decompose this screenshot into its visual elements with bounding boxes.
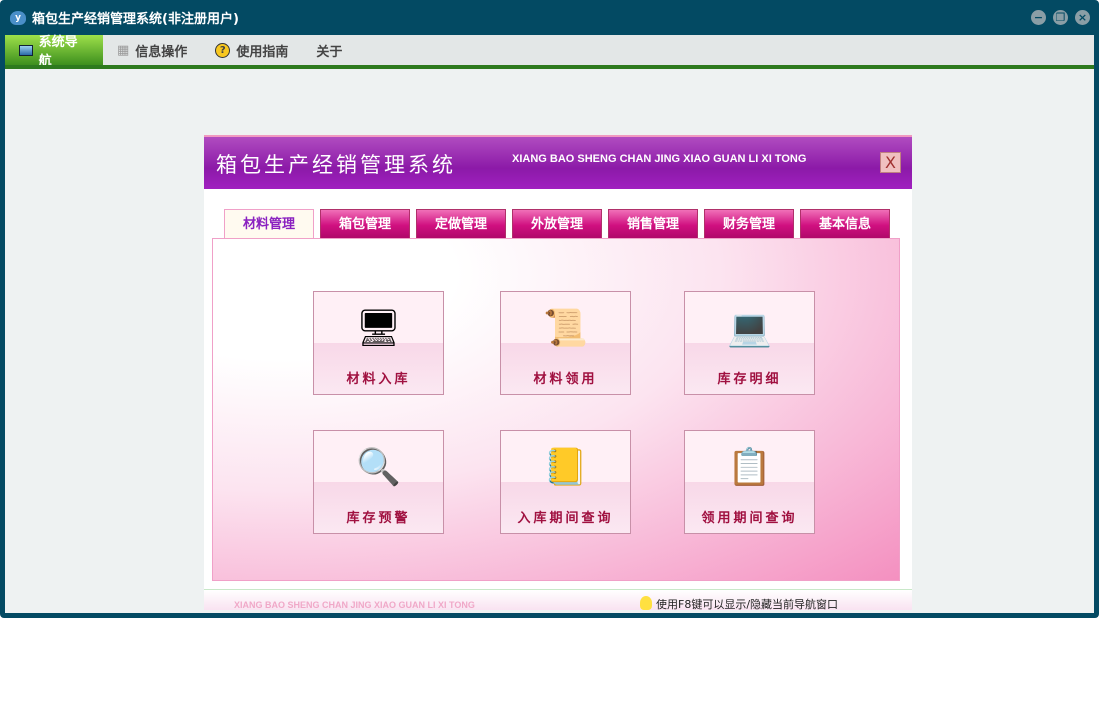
requisition-period-query-button[interactable]: 📋 领用期间查询 xyxy=(684,430,815,534)
menu-about[interactable]: 关于 xyxy=(302,35,356,65)
tab-finance[interactable]: 财务管理 xyxy=(704,209,794,239)
tab-sales[interactable]: 销售管理 xyxy=(608,209,698,239)
menu-guide[interactable]: ? 使用指南 xyxy=(201,35,302,65)
panel-header: 箱包生产经销管理系统 XIANG BAO SHENG CHAN JING XIA… xyxy=(204,137,912,189)
navigation-panel: 箱包生产经销管理系统 XIANG BAO SHENG CHAN JING XIA… xyxy=(204,135,912,610)
restore-button[interactable]: ❐ xyxy=(1053,10,1068,25)
magnifier-icon: 🔍 xyxy=(356,447,401,488)
window-title: 箱包生产经销管理系统(非注册用户) xyxy=(32,12,239,27)
menu-bar: 系统导航 ▦ 信息操作 ? 使用指南 关于 xyxy=(5,35,1094,69)
menu-system-nav[interactable]: 系统导航 xyxy=(5,35,103,69)
material-requisition-button[interactable]: 📜 材料领用 xyxy=(500,291,631,395)
title-bar[interactable]: y 箱包生产经销管理系统(非注册用户) − ❐ × xyxy=(0,0,1099,35)
lightbulb-icon xyxy=(640,596,652,610)
tab-custom[interactable]: 定做管理 xyxy=(416,209,506,239)
tab-outsource[interactable]: 外放管理 xyxy=(512,209,602,239)
notebook-icon: 📒 xyxy=(543,447,588,488)
close-button[interactable]: × xyxy=(1075,10,1090,25)
tab-basic-info[interactable]: 基本信息 xyxy=(800,209,890,239)
inventory-warning-button[interactable]: 🔍 库存预警 xyxy=(313,430,444,534)
tab-bar: 材料管理 箱包管理 定做管理 外放管理 销售管理 财务管理 基本信息 xyxy=(224,209,890,240)
computer-icon: 💻 xyxy=(727,308,772,349)
monitor-icon xyxy=(19,44,33,56)
help-icon: ? xyxy=(215,42,231,58)
monitor-icon: 🖥 xyxy=(355,308,402,349)
app-icon: y xyxy=(10,10,26,25)
clipboard-folder-icon: 📋 xyxy=(727,447,772,488)
menu-info-ops[interactable]: ▦ 信息操作 xyxy=(103,35,201,65)
material-inbound-button[interactable]: 🖥 材料入库 xyxy=(313,291,444,395)
tab-bag[interactable]: 箱包管理 xyxy=(320,209,410,239)
grid-icon: ▦ xyxy=(117,42,130,58)
minimize-button[interactable]: − xyxy=(1031,10,1046,25)
panel-title: 箱包生产经销管理系统 xyxy=(216,153,456,177)
tab-material[interactable]: 材料管理 xyxy=(224,209,314,240)
f8-tip: 使用F8键可以显示/隐藏当前导航窗口 xyxy=(640,596,838,610)
panel-footer: XIANG BAO SHENG CHAN JING XIAO GUAN LI X… xyxy=(204,589,912,610)
scroll-icon: 📜 xyxy=(543,308,588,349)
inbound-period-query-button[interactable]: 📒 入库期间查询 xyxy=(500,430,631,534)
inventory-detail-button[interactable]: 💻 库存明细 xyxy=(684,291,815,395)
footer-subtitle: XIANG BAO SHENG CHAN JING XIAO GUAN LI X… xyxy=(234,600,475,610)
tab-content: 🖥 材料入库 📜 材料领用 💻 库存明细 🔍 库存预警 📒 入库期间查询 📋 领用期间查询 xyxy=(212,238,900,581)
panel-close-button[interactable]: X xyxy=(880,152,901,173)
panel-subtitle: XIANG BAO SHENG CHAN JING XIAO GUAN LI X… xyxy=(512,153,807,165)
